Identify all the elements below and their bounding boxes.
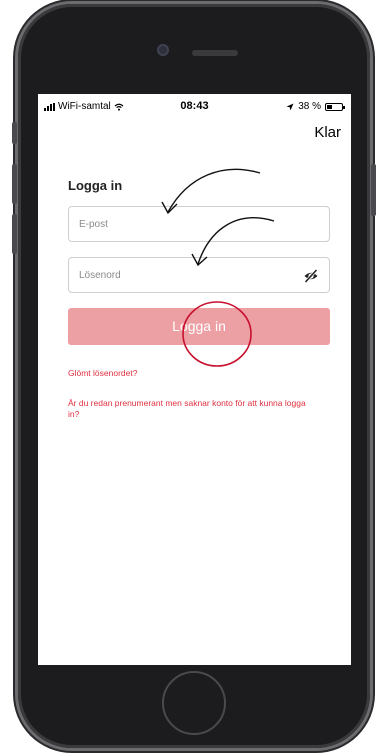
phone-frame: WiFi-samtal 08:43 38 % Klar Logga in E-p…	[12, 4, 376, 748]
earpiece-speaker	[192, 50, 238, 56]
location-arrow-icon	[286, 103, 294, 110]
status-right: 38 %	[286, 101, 345, 112]
login-form: Logga in E-post Lösenord Logga in Glömt …	[38, 154, 351, 665]
password-placeholder: Lösenord	[79, 270, 121, 281]
password-field[interactable]: Lösenord	[68, 257, 330, 293]
home-button[interactable]	[162, 671, 226, 735]
power-button	[371, 164, 376, 216]
email-placeholder: E-post	[79, 219, 108, 230]
subscriber-account-link[interactable]: Är du redan prenumerant men saknar konto…	[68, 398, 318, 420]
done-button[interactable]: Klar	[314, 124, 341, 141]
battery-icon	[325, 102, 345, 111]
status-bar: WiFi-samtal 08:43 38 %	[38, 94, 351, 116]
forgot-password-link[interactable]: Glömt lösenordet?	[68, 368, 318, 379]
email-field[interactable]: E-post	[68, 206, 330, 242]
front-camera	[157, 44, 169, 56]
phone-screen: WiFi-samtal 08:43 38 % Klar Logga in E-p…	[38, 94, 351, 665]
eye-off-icon[interactable]	[303, 268, 319, 284]
login-title: Logga in	[68, 178, 123, 193]
navigation-bar: Klar	[38, 116, 351, 154]
battery-percent: 38 %	[298, 101, 321, 112]
volume-up-button	[12, 164, 17, 204]
battery-level	[327, 104, 332, 109]
volume-down-button	[12, 214, 17, 254]
login-button[interactable]: Logga in	[68, 308, 330, 345]
mute-switch	[12, 122, 17, 144]
